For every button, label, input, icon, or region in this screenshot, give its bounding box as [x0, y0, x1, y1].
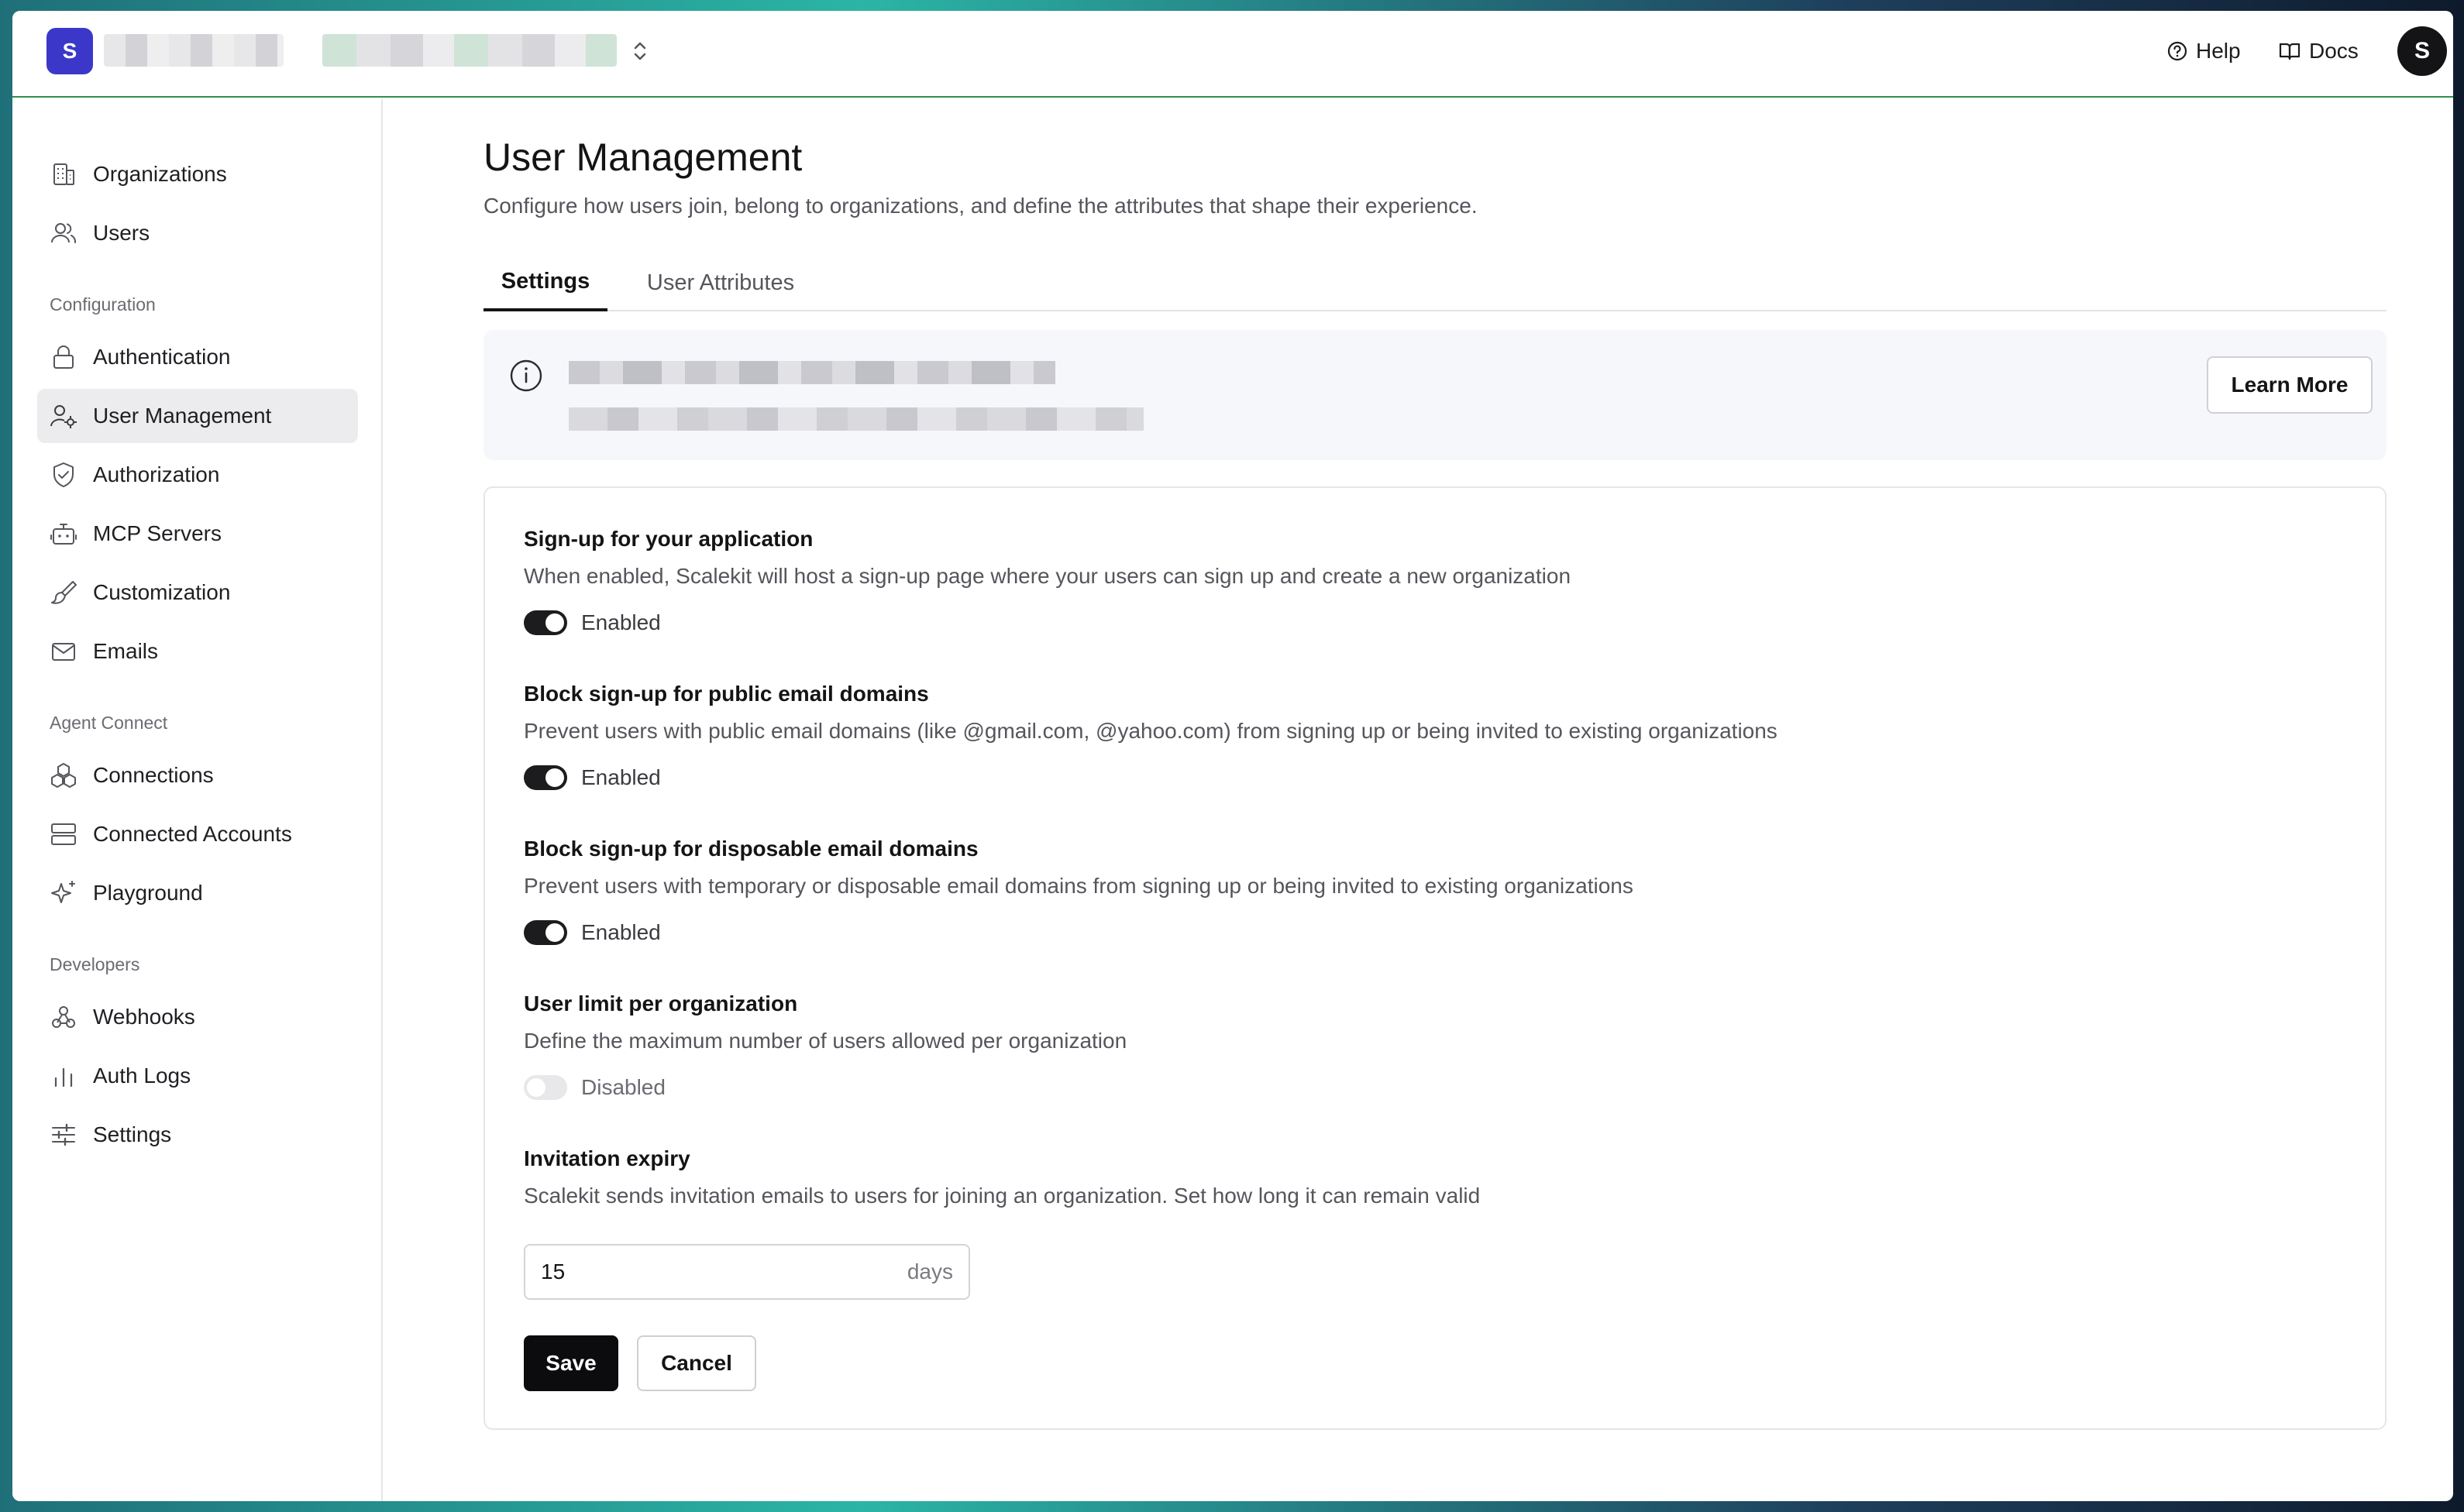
sidebar-item-customization[interactable]: Customization: [37, 565, 358, 620]
save-button[interactable]: Save: [524, 1335, 618, 1391]
chevron-up-down-icon[interactable]: [629, 37, 651, 65]
setting-description: When enabled, Scalekit will host a sign-…: [524, 564, 1571, 588]
paintbrush-icon: [51, 581, 77, 604]
server-icon: [51, 823, 76, 845]
sidebar-item-authentication[interactable]: Authentication: [37, 330, 358, 384]
sidebar-item-label: User Management: [93, 404, 272, 428]
sidebar-item-label: MCP Servers: [93, 521, 222, 545]
setting-description: Prevent users with temporary or disposab…: [524, 874, 1633, 898]
sidebar-item-emails[interactable]: Emails: [37, 624, 358, 679]
sidebar-item-connections[interactable]: Connections: [37, 748, 358, 802]
sidebar-item-label: Connected Accounts: [93, 822, 292, 846]
section-label-developers: Developers: [50, 954, 140, 974]
block-public-domains-toggle-row[interactable]: Enabled: [524, 765, 661, 790]
setting-title: Block sign-up for public email domains: [524, 682, 929, 706]
top-bar: S Help Docs S: [12, 11, 2453, 98]
setting-description: Define the maximum number of users allow…: [524, 1029, 1127, 1053]
toggle-state-label: Disabled: [581, 1075, 666, 1099]
block-public-domains-toggle[interactable]: [524, 765, 567, 790]
book-open-icon: [2279, 43, 2301, 60]
sliders-icon: [52, 1123, 75, 1146]
lock-icon: [53, 345, 74, 369]
shield-check-icon: [53, 462, 74, 487]
setting-description: Scalekit sends invitation emails to user…: [524, 1184, 1481, 1208]
user-cog-icon: [50, 405, 77, 428]
sidebar-item-label: Customization: [93, 580, 231, 604]
sidebar: Organizations Users Configuration Authen…: [12, 99, 383, 1501]
toggle-state-label: Enabled: [581, 920, 661, 944]
bar-chart-icon: [54, 1067, 73, 1088]
banner-text-redacted: [569, 407, 1144, 431]
app-window: S Help Docs S Organizations Users Config…: [12, 11, 2453, 1501]
info-icon: [510, 359, 542, 392]
page-title: User Management: [484, 136, 803, 179]
cancel-button[interactable]: Cancel: [637, 1335, 756, 1391]
sidebar-item-organizations[interactable]: Organizations: [37, 147, 358, 201]
mail-icon: [52, 643, 75, 661]
toggle-state-label: Enabled: [581, 610, 661, 634]
webhook-icon: [52, 1006, 75, 1028]
learn-more-button[interactable]: Learn More: [2207, 356, 2373, 414]
invitation-expiry-input[interactable]: 15 days: [524, 1244, 970, 1300]
block-disposable-domains-toggle[interactable]: [524, 920, 567, 945]
sidebar-item-label: Connections: [93, 763, 214, 787]
setting-title: User limit per organization: [524, 991, 798, 1015]
banner-text-redacted: [569, 361, 1055, 384]
info-banner: Learn More: [484, 330, 2387, 460]
block-disposable-domains-toggle-row[interactable]: Enabled: [524, 920, 661, 945]
robot-icon: [50, 524, 77, 545]
sparkles-icon: [51, 881, 75, 903]
sidebar-item-label: Authorization: [93, 462, 220, 486]
page-subtitle: Configure how users join, belong to orga…: [484, 194, 1478, 218]
user-avatar[interactable]: S: [2397, 26, 2447, 76]
sidebar-item-label: Users: [93, 221, 150, 245]
sidebar-item-playground[interactable]: Playground: [37, 866, 358, 920]
settings-card: Sign-up for your application When enable…: [484, 486, 2387, 1430]
sidebar-item-users[interactable]: Users: [37, 206, 358, 260]
users-icon: [51, 223, 77, 243]
docs-link[interactable]: Docs: [2278, 34, 2359, 68]
boxes-icon: [51, 763, 76, 788]
sidebar-item-settings[interactable]: Settings: [37, 1108, 358, 1162]
sidebar-item-label: Auth Logs: [93, 1064, 191, 1088]
tab-user-attributes[interactable]: User Attributes: [628, 254, 814, 311]
setting-title: Invitation expiry: [524, 1146, 690, 1170]
sidebar-item-authorization[interactable]: Authorization: [37, 448, 358, 502]
sidebar-item-connected-accounts[interactable]: Connected Accounts: [37, 807, 358, 861]
sidebar-item-mcp-servers[interactable]: MCP Servers: [37, 507, 358, 561]
sidebar-item-label: Emails: [93, 639, 159, 663]
docs-label: Docs: [2309, 39, 2359, 63]
help-label: Help: [2196, 39, 2241, 63]
tab-bar: Settings User Attributes: [484, 254, 2387, 311]
setting-title: Sign-up for your application: [524, 527, 814, 551]
section-label-configuration: Configuration: [50, 294, 156, 314]
sidebar-item-label: Playground: [93, 881, 203, 905]
sidebar-item-webhooks[interactable]: Webhooks: [37, 990, 358, 1044]
workspace-name-redacted[interactable]: [104, 34, 284, 67]
section-label-agent-connect: Agent Connect: [50, 713, 168, 733]
sidebar-item-label: Webhooks: [93, 1005, 195, 1029]
help-link[interactable]: Help: [2166, 34, 2241, 68]
signup-toggle[interactable]: [524, 610, 567, 635]
sidebar-item-user-management[interactable]: User Management: [37, 389, 358, 443]
invitation-expiry-unit: days: [907, 1259, 953, 1283]
building-icon: [53, 163, 74, 185]
sidebar-item-label: Authentication: [93, 345, 231, 369]
workspace-logo[interactable]: S: [46, 28, 93, 74]
user-limit-toggle[interactable]: [524, 1075, 567, 1100]
help-circle-icon: [2167, 41, 2187, 61]
setting-title: Block sign-up for disposable email domai…: [524, 837, 979, 861]
sidebar-item-label: Settings: [93, 1122, 172, 1146]
environment-selector-redacted[interactable]: [322, 34, 617, 67]
toggle-state-label: Enabled: [581, 765, 661, 789]
invitation-expiry-value[interactable]: 15: [541, 1259, 907, 1284]
sidebar-item-label: Organizations: [93, 162, 227, 186]
setting-description: Prevent users with public email domains …: [524, 719, 1777, 743]
user-limit-toggle-row[interactable]: Disabled: [524, 1075, 666, 1100]
signup-toggle-row[interactable]: Enabled: [524, 610, 661, 635]
sidebar-item-auth-logs[interactable]: Auth Logs: [37, 1049, 358, 1103]
tab-settings[interactable]: Settings: [484, 254, 607, 311]
